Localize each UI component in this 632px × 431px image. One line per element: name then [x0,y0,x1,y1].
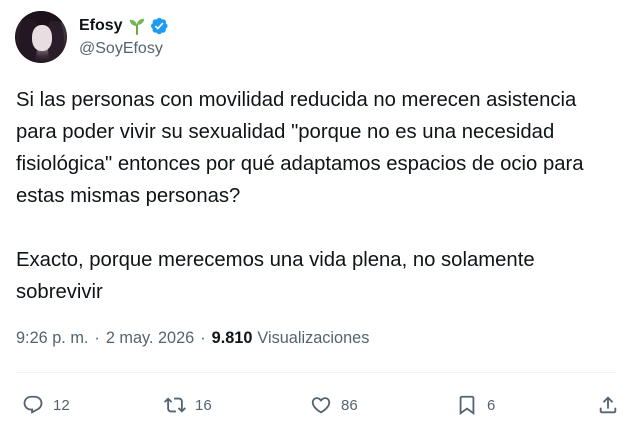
heart-icon [311,397,331,414]
verified-badge-icon[interactable] [149,16,169,36]
meta-separator: · [200,328,206,347]
sprout-icon [128,17,146,35]
tweet-meta: 9:26 p. m. · 2 may. 2026 · 9.810 Visuali… [16,326,369,350]
name-row: Efosy [79,14,169,38]
retweet-icon [164,397,186,413]
bookmark-icon [459,395,475,416]
bookmark-count: 6 [487,396,496,414]
views-label[interactable]: Visualizaciones [257,329,369,348]
retweet-count: 16 [195,396,212,414]
tweet-text: Si las personas con movilidad reducida n… [16,89,584,303]
user-handle[interactable]: @SoyEfosy [79,38,169,60]
action-bar: 12 16 86 6 [16,388,626,422]
tweet-header: Efosy @SoyEfosy [15,10,169,64]
bookmark-button[interactable]: 6 [456,394,495,416]
reply-icon [23,395,43,414]
share-icon [599,396,617,414]
like-button[interactable]: 86 [310,394,358,416]
reply-count: 12 [53,396,70,414]
divider [16,372,616,373]
display-name[interactable]: Efosy [79,17,123,35]
retweet-button[interactable]: 16 [164,394,212,416]
avatar[interactable] [15,11,67,63]
tweet-card: Efosy @SoyEfosy Si las personas con movi… [0,0,632,431]
reply-button[interactable]: 12 [22,394,70,416]
like-count: 86 [341,396,358,414]
views-count[interactable]: 9.810 [212,329,253,348]
author-block: Efosy @SoyEfosy [79,14,169,60]
tweet-time[interactable]: 9:26 p. m. [16,329,88,348]
share-button[interactable] [597,394,619,416]
tweet-date[interactable]: 2 may. 2026 [106,329,194,348]
meta-separator: · [94,328,100,347]
